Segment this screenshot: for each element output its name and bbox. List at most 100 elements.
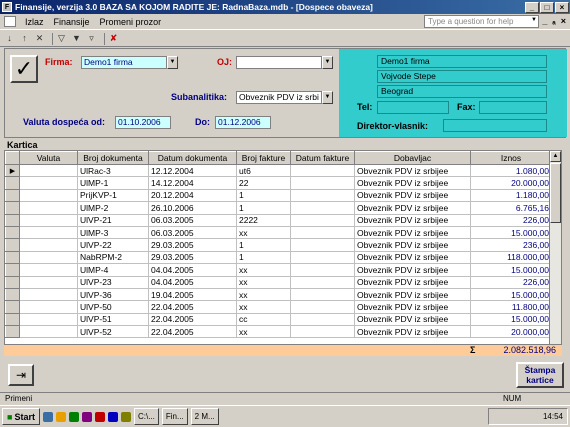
- cell-broj-dok[interactable]: NabRPM-2: [77, 251, 149, 265]
- chevron-down-icon[interactable]: ▼: [322, 91, 333, 104]
- exit-button[interactable]: ⇥: [8, 364, 34, 386]
- cell-iznos[interactable]: 1.180,00: [470, 189, 552, 203]
- task-button-explorer[interactable]: C:\...: [134, 408, 159, 425]
- quicklaunch-icon[interactable]: [108, 411, 118, 422]
- cell-iznos[interactable]: 226,00: [470, 214, 552, 227]
- cell-iznos[interactable]: 226,00: [470, 276, 552, 289]
- menu-izlaz[interactable]: Izlaz: [20, 17, 49, 27]
- current-row-indicator[interactable]: ▶: [5, 163, 20, 178]
- cell-datum-dok[interactable]: 22.04.2005: [148, 313, 237, 327]
- cell-datum-fak[interactable]: [290, 226, 355, 240]
- quicklaunch-icon[interactable]: [95, 411, 105, 422]
- quicklaunch-icon[interactable]: [121, 411, 131, 422]
- task-button-msaccess[interactable]: 2 M...: [190, 408, 219, 425]
- valuta-od-input[interactable]: 01.10.2006: [115, 116, 171, 129]
- cell-datum-fak[interactable]: [290, 176, 355, 190]
- cell-valuta[interactable]: [19, 325, 78, 339]
- menu-promeni-prozor[interactable]: Promeni prozor: [95, 17, 167, 27]
- cell-iznos[interactable]: 20.000,00: [470, 176, 552, 190]
- table-row[interactable]: UlVP-52 22.04.2005 xx Obveznik PDV iz srbij…: [5, 325, 552, 339]
- cell-datum-dok[interactable]: 20.12.2004: [148, 189, 237, 203]
- cell-dobavljac[interactable]: Obveznik PDV iz srbijee: [354, 251, 471, 265]
- cell-datum-fak[interactable]: [290, 164, 355, 178]
- cell-valuta[interactable]: [19, 300, 78, 314]
- cell-datum-dok[interactable]: 22.04.2005: [148, 300, 237, 314]
- table-row[interactable]: PrijKVP-1 20.12.2004 1 Obveznik PDV iz srbi…: [5, 188, 552, 203]
- cell-datum-dok[interactable]: 29.03.2005: [148, 251, 237, 265]
- row-selector[interactable]: [5, 250, 20, 265]
- checkmark-icon[interactable]: ✓: [10, 55, 38, 83]
- cell-iznos[interactable]: 20.000,00: [470, 325, 552, 339]
- table-row[interactable]: UlMP-2 26.10.2006 1 Obveznik PDV iz srbijee…: [5, 201, 552, 215]
- table-row[interactable]: UlMP-4 04.04.2005 xx Obveznik PDV iz srbije…: [5, 263, 552, 277]
- cell-dobavljac[interactable]: Obveznik PDV iz srbijee: [354, 238, 471, 252]
- table-row[interactable]: UlMP-1 14.12.2004 22 Obveznik PDV iz srbije…: [5, 176, 552, 190]
- col-dobavljac[interactable]: Dobavljac: [354, 151, 471, 165]
- col-broj-fakture[interactable]: Broj fakture: [236, 151, 291, 165]
- cell-valuta[interactable]: [19, 189, 78, 203]
- cell-iznos[interactable]: 236,00: [470, 238, 552, 252]
- filter-form-icon[interactable]: ▼: [71, 33, 82, 44]
- col-valuta[interactable]: Valuta: [19, 151, 78, 165]
- do-input[interactable]: 01.12.2006: [215, 116, 271, 129]
- cell-broj-fak[interactable]: 1: [236, 189, 291, 203]
- task-button-finansije[interactable]: Fin...: [161, 408, 188, 425]
- cell-datum-fak[interactable]: [290, 263, 355, 277]
- cell-datum-fak[interactable]: [290, 325, 355, 339]
- cell-broj-dok[interactable]: UlMP-1: [77, 176, 149, 190]
- cell-broj-dok[interactable]: UlVP-52: [77, 325, 149, 339]
- cell-datum-dok[interactable]: 29.03.2005: [148, 238, 237, 252]
- table-row[interactable]: UlVP-51 22.04.2005 cc Obveznik PDV iz srbij…: [5, 312, 552, 327]
- filter-icon[interactable]: ▽: [56, 33, 67, 44]
- cell-broj-dok[interactable]: PrijKVP-1: [77, 189, 149, 203]
- cell-valuta[interactable]: [19, 313, 78, 327]
- cell-datum-dok[interactable]: 06.03.2005: [148, 214, 237, 227]
- table-row[interactable]: UlVP-36 19.04.2005 xx Obveznik PDV iz srbij…: [5, 287, 552, 302]
- row-selector[interactable]: [5, 188, 20, 203]
- row-selector[interactable]: [5, 287, 20, 302]
- mdi-close-button[interactable]: ×: [561, 16, 566, 26]
- cell-broj-fak[interactable]: xx: [236, 300, 291, 314]
- cell-datum-fak[interactable]: [290, 189, 355, 203]
- quicklaunch-icon[interactable]: [43, 411, 53, 422]
- cell-broj-fak[interactable]: 1: [236, 238, 291, 252]
- row-selector[interactable]: [5, 238, 20, 252]
- minimize-button[interactable]: _: [525, 1, 539, 13]
- cell-datum-dok[interactable]: 14.12.2004: [148, 176, 237, 190]
- delete-filter-icon[interactable]: ✘: [108, 33, 119, 44]
- row-selector[interactable]: [5, 325, 20, 339]
- cell-datum-dok[interactable]: 19.04.2005: [148, 288, 237, 302]
- table-row[interactable]: ▶ UlRac-3 12.12.2004 ut6 Obveznik PDV iz srb…: [5, 163, 552, 178]
- row-selector[interactable]: [5, 275, 20, 289]
- cell-broj-fak[interactable]: 1: [236, 201, 291, 215]
- col-datum-dokumenta[interactable]: Datum dokumenta: [148, 151, 237, 165]
- cell-broj-dok[interactable]: UlVP-51: [77, 313, 149, 327]
- cell-valuta[interactable]: [19, 251, 78, 265]
- cell-dobavljac[interactable]: Obveznik PDV iz srbijee: [354, 313, 471, 327]
- cell-broj-dok[interactable]: UlVP-22: [77, 238, 149, 252]
- cell-valuta[interactable]: [19, 164, 78, 178]
- cell-datum-fak[interactable]: [290, 276, 355, 289]
- cell-datum-fak[interactable]: [290, 313, 355, 327]
- cell-broj-fak[interactable]: 1: [236, 251, 291, 265]
- col-iznos[interactable]: Iznos: [470, 151, 552, 165]
- chevron-down-icon[interactable]: ▼: [531, 17, 537, 23]
- cell-dobavljac[interactable]: Obveznik PDV iz srbijee: [354, 263, 471, 277]
- cell-iznos[interactable]: 118.000,00: [470, 251, 552, 265]
- oj-select[interactable]: [236, 56, 322, 69]
- cell-dobavljac[interactable]: Obveznik PDV iz srbijee: [354, 176, 471, 190]
- chevron-down-icon[interactable]: ▼: [167, 56, 178, 69]
- cell-datum-dok[interactable]: 22.04.2005: [148, 325, 237, 339]
- row-selector[interactable]: [5, 213, 20, 227]
- cell-iznos[interactable]: 15.000,00: [470, 263, 552, 277]
- row-selector[interactable]: [5, 300, 20, 314]
- table-row[interactable]: UlVP-50 22.04.2005 xx Obveznik PDV iz srbij…: [5, 300, 552, 314]
- col-broj-dokumenta[interactable]: Broj dokumenta: [77, 151, 149, 165]
- cell-valuta[interactable]: [19, 214, 78, 227]
- subanalitika-select[interactable]: Obveznik PDV iz srbi: [236, 91, 322, 104]
- cell-broj-fak[interactable]: 2222: [236, 214, 291, 227]
- filter-apply-icon[interactable]: ▿: [86, 33, 97, 44]
- table-row[interactable]: NabRPM-2 29.03.2005 1 Obveznik PDV iz srbij…: [5, 250, 552, 265]
- cell-datum-fak[interactable]: [290, 300, 355, 314]
- quicklaunch-icon[interactable]: [82, 411, 92, 422]
